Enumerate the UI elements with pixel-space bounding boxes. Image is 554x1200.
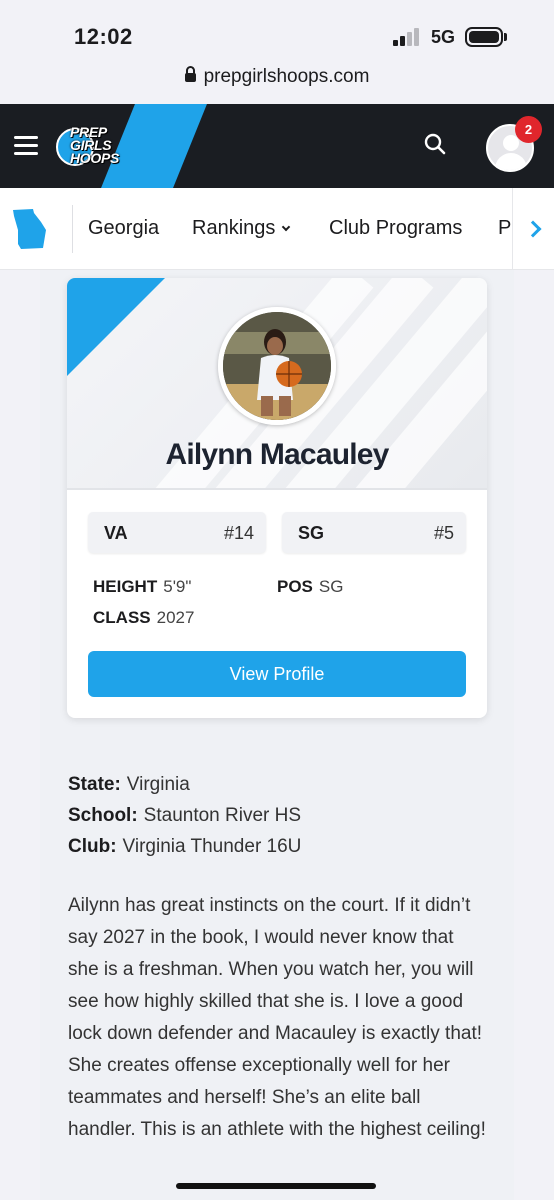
chevron-down-icon — [282, 222, 291, 232]
state-rank: #14 — [223, 523, 254, 543]
position-rank-pill[interactable]: SG #5 — [282, 512, 466, 553]
nav-divider — [72, 205, 73, 253]
height-stat: HEIGHT 5'9" — [93, 577, 192, 596]
nav-item-truncated[interactable]: P — [498, 217, 511, 240]
player-photo — [218, 307, 336, 425]
state-rank-pill[interactable]: VA #14 — [88, 512, 266, 553]
network-type: 5G — [431, 27, 456, 47]
menu-icon[interactable] — [14, 136, 38, 156]
position-rank: #5 — [433, 523, 454, 543]
chevron-right-icon — [524, 220, 542, 238]
club-detail: Club: Virginia Thunder 16U — [68, 836, 302, 857]
card-corner-accent — [67, 278, 165, 376]
state-abbrev: VA — [104, 523, 128, 543]
battery-tip — [504, 33, 507, 41]
position-abbrev: SG — [298, 523, 325, 543]
nav-item-georgia[interactable]: Georgia — [88, 217, 159, 240]
cellular-signal-icon — [393, 28, 423, 46]
lock-icon — [184, 66, 196, 82]
site-header: PREP GIRLS HOOPS — [0, 104, 554, 188]
position-stat: POS SG — [277, 577, 344, 596]
home-indicator[interactable] — [176, 1183, 376, 1189]
player-bio: Ailynn has great instincts on the court.… — [68, 895, 486, 1140]
nav-item-rankings[interactable]: Rankings — [192, 217, 291, 240]
nav-scroll-right[interactable] — [512, 188, 554, 269]
logo-text: PREP GIRLS HOOPS — [70, 124, 120, 166]
georgia-state-icon[interactable] — [11, 208, 49, 250]
battery-icon — [465, 27, 503, 47]
url-text: prepgirlshoops.com — [203, 66, 370, 87]
state-nav: Georgia Rankings Club Programs P — [0, 188, 554, 270]
search-icon[interactable] — [424, 133, 446, 155]
notification-badge: 2 — [515, 116, 542, 143]
nav-item-label: Rankings — [192, 217, 276, 239]
state-detail: State: Virginia — [68, 774, 190, 795]
school-detail: School: Staunton River HS — [68, 805, 302, 826]
status-bar: 12:02 5G prepgirlshoops.com — [0, 0, 554, 104]
nav-item-club-programs[interactable]: Club Programs — [329, 217, 462, 240]
site-logo[interactable]: PREP GIRLS HOOPS — [52, 120, 136, 172]
class-stat: CLASS 2027 — [93, 608, 195, 627]
view-profile-button[interactable]: View Profile — [88, 651, 466, 697]
clock: 12:02 — [74, 24, 133, 49]
address-bar[interactable]: prepgirlshoops.com — [0, 66, 554, 88]
player-name: Ailynn Macauley — [165, 438, 389, 471]
